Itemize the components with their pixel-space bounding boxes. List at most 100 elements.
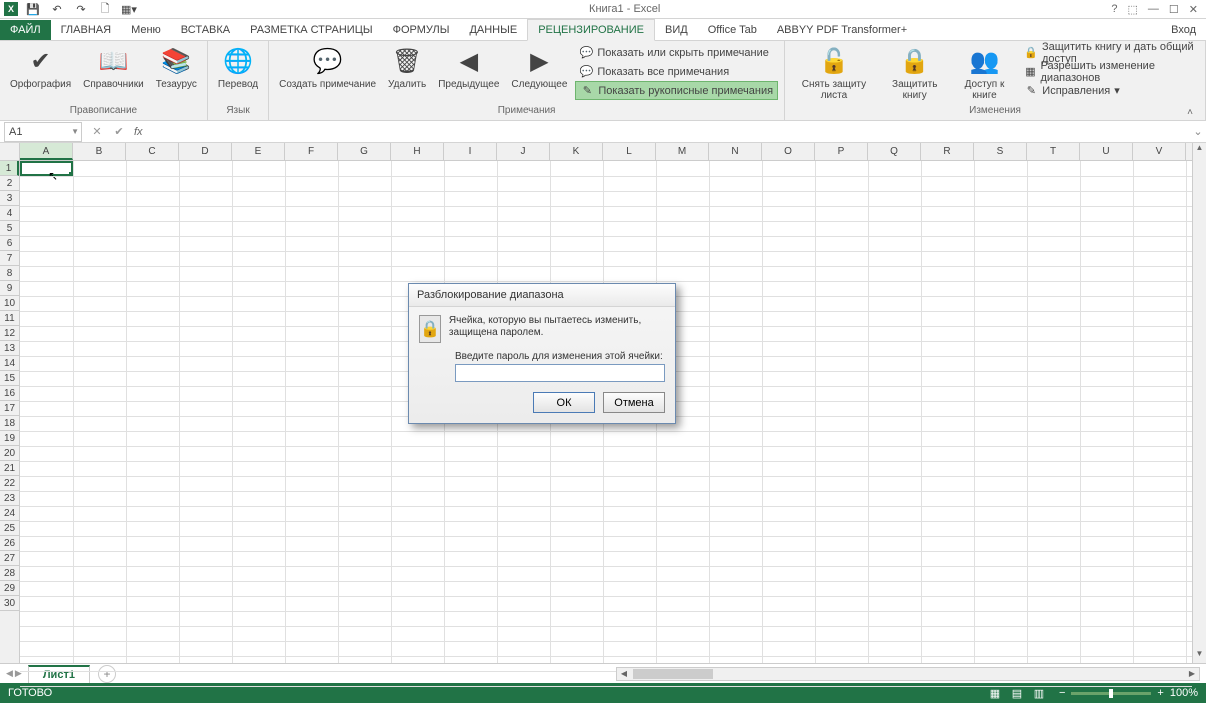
tab-review[interactable]: РЕЦЕНЗИРОВАНИЕ — [527, 19, 655, 41]
column-header-c[interactable]: C — [126, 143, 179, 160]
column-header-u[interactable]: U — [1080, 143, 1133, 160]
undo-icon[interactable]: ↶ — [48, 0, 66, 18]
ok-button[interactable]: ОК — [533, 392, 595, 413]
row-header-19[interactable]: 19 — [0, 431, 19, 446]
redo-icon[interactable]: ↷ — [72, 0, 90, 18]
selected-cell-a1[interactable] — [20, 161, 73, 176]
tab-data[interactable]: ДАННЫЕ — [459, 20, 527, 40]
scroll-right-icon[interactable]: ▶ — [1185, 669, 1199, 678]
customize-qat-icon[interactable]: ▦▾ — [120, 0, 138, 18]
expand-formula-icon[interactable]: ⌄ — [1190, 125, 1206, 138]
page-layout-view-icon[interactable]: ▤ — [1007, 685, 1027, 701]
column-header-l[interactable]: L — [603, 143, 656, 160]
row-header-27[interactable]: 27 — [0, 551, 19, 566]
row-header-23[interactable]: 23 — [0, 491, 19, 506]
column-header-g[interactable]: G — [338, 143, 391, 160]
row-header-14[interactable]: 14 — [0, 356, 19, 371]
next-comment-button[interactable]: ▶Следующее — [507, 43, 571, 92]
tab-home[interactable]: ГЛАВНАЯ — [51, 20, 121, 40]
scroll-left-icon[interactable]: ◀ — [617, 669, 631, 678]
row-header-25[interactable]: 25 — [0, 521, 19, 536]
row-header-8[interactable]: 8 — [0, 266, 19, 281]
enter-formula-icon[interactable]: ✔ — [108, 122, 130, 142]
thesaurus-button[interactable]: 📚Тезаурус — [152, 43, 201, 92]
page-break-view-icon[interactable]: ▥ — [1029, 685, 1049, 701]
row-header-20[interactable]: 20 — [0, 446, 19, 461]
row-header-17[interactable]: 17 — [0, 401, 19, 416]
research-button[interactable]: 📖Справочники — [79, 43, 148, 92]
row-header-22[interactable]: 22 — [0, 476, 19, 491]
scroll-thumb[interactable] — [633, 669, 713, 679]
tab-formulas[interactable]: ФОРМУЛЫ — [383, 20, 460, 40]
sheet-tab-1[interactable]: Лист1 — [28, 665, 90, 683]
row-header-10[interactable]: 10 — [0, 296, 19, 311]
column-header-t[interactable]: T — [1027, 143, 1080, 160]
column-header-f[interactable]: F — [285, 143, 338, 160]
delete-comment-button[interactable]: 🗑Удалить — [384, 43, 430, 92]
cancel-button[interactable]: Отмена — [603, 392, 665, 413]
cancel-formula-icon[interactable]: ✕ — [86, 122, 108, 142]
name-box[interactable]: A1▼ — [4, 122, 82, 142]
normal-view-icon[interactable]: ▦ — [985, 685, 1005, 701]
row-header-26[interactable]: 26 — [0, 536, 19, 551]
column-header-d[interactable]: D — [179, 143, 232, 160]
show-all-comments[interactable]: 💬Показать все примечания — [575, 62, 778, 81]
column-header-m[interactable]: M — [656, 143, 709, 160]
unprotect-sheet-button[interactable]: 🔓Снять защиту листа — [791, 43, 877, 103]
formula-input[interactable] — [147, 122, 1190, 142]
protect-workbook-button[interactable]: 🔒Защитить книгу — [881, 43, 949, 103]
tab-menu[interactable]: Меню — [121, 20, 171, 40]
vertical-scrollbar[interactable]: ▲ ▼ — [1192, 143, 1206, 663]
row-header-28[interactable]: 28 — [0, 566, 19, 581]
column-header-s[interactable]: S — [974, 143, 1027, 160]
column-header-v[interactable]: V — [1133, 143, 1186, 160]
row-header-1[interactable]: 1 — [0, 161, 19, 176]
column-header-p[interactable]: P — [815, 143, 868, 160]
row-header-6[interactable]: 6 — [0, 236, 19, 251]
show-ink[interactable]: ✎Показать рукописные примечания — [575, 81, 778, 100]
column-header-o[interactable]: O — [762, 143, 815, 160]
tab-insert[interactable]: ВСТАВКА — [171, 20, 240, 40]
tab-page-layout[interactable]: РАЗМЕТКА СТРАНИЦЫ — [240, 20, 382, 40]
row-header-5[interactable]: 5 — [0, 221, 19, 236]
password-input[interactable] — [455, 364, 665, 382]
row-header-9[interactable]: 9 — [0, 281, 19, 296]
select-all-corner[interactable] — [0, 143, 20, 161]
column-header-i[interactable]: I — [444, 143, 497, 160]
row-header-13[interactable]: 13 — [0, 341, 19, 356]
column-header-e[interactable]: E — [232, 143, 285, 160]
row-header-18[interactable]: 18 — [0, 416, 19, 431]
column-header-n[interactable]: N — [709, 143, 762, 160]
save-icon[interactable]: 💾 — [24, 0, 42, 18]
fx-icon[interactable]: fx — [134, 126, 143, 138]
sheet-nav-next-icon[interactable]: ▶ — [15, 668, 22, 679]
prev-comment-button[interactable]: ◀Предыдущее — [434, 43, 503, 92]
help-icon[interactable]: ? — [1111, 3, 1117, 15]
row-header-3[interactable]: 3 — [0, 191, 19, 206]
allow-edit-ranges[interactable]: ▦Разрешить изменение диапазонов — [1020, 62, 1199, 81]
column-header-q[interactable]: Q — [868, 143, 921, 160]
column-header-k[interactable]: K — [550, 143, 603, 160]
chevron-down-icon[interactable]: ▼ — [71, 127, 79, 136]
maximize-icon[interactable]: ☐ — [1169, 3, 1179, 16]
zoom-out-icon[interactable]: − — [1059, 687, 1065, 699]
close-icon[interactable]: ✕ — [1189, 3, 1198, 16]
new-icon[interactable]: 🗋 — [96, 0, 114, 18]
minimize-icon[interactable]: — — [1148, 3, 1159, 15]
row-header-15[interactable]: 15 — [0, 371, 19, 386]
share-workbook-button[interactable]: 👥Доступ к книге — [953, 43, 1017, 103]
column-header-r[interactable]: R — [921, 143, 974, 160]
column-header-h[interactable]: H — [391, 143, 444, 160]
row-header-30[interactable]: 30 — [0, 596, 19, 611]
spelling-button[interactable]: ✔Орфография — [6, 43, 75, 92]
row-header-2[interactable]: 2 — [0, 176, 19, 191]
ribbon-options-icon[interactable]: ⬚ — [1128, 3, 1138, 16]
tab-abbyy[interactable]: ABBYY PDF Transformer+ — [767, 20, 917, 40]
zoom-slider[interactable] — [1071, 692, 1151, 695]
row-header-12[interactable]: 12 — [0, 326, 19, 341]
column-header-a[interactable]: A — [20, 143, 73, 160]
row-header-16[interactable]: 16 — [0, 386, 19, 401]
zoom-level[interactable]: 100% — [1170, 687, 1198, 699]
tab-office[interactable]: Office Tab — [698, 20, 767, 40]
row-header-21[interactable]: 21 — [0, 461, 19, 476]
